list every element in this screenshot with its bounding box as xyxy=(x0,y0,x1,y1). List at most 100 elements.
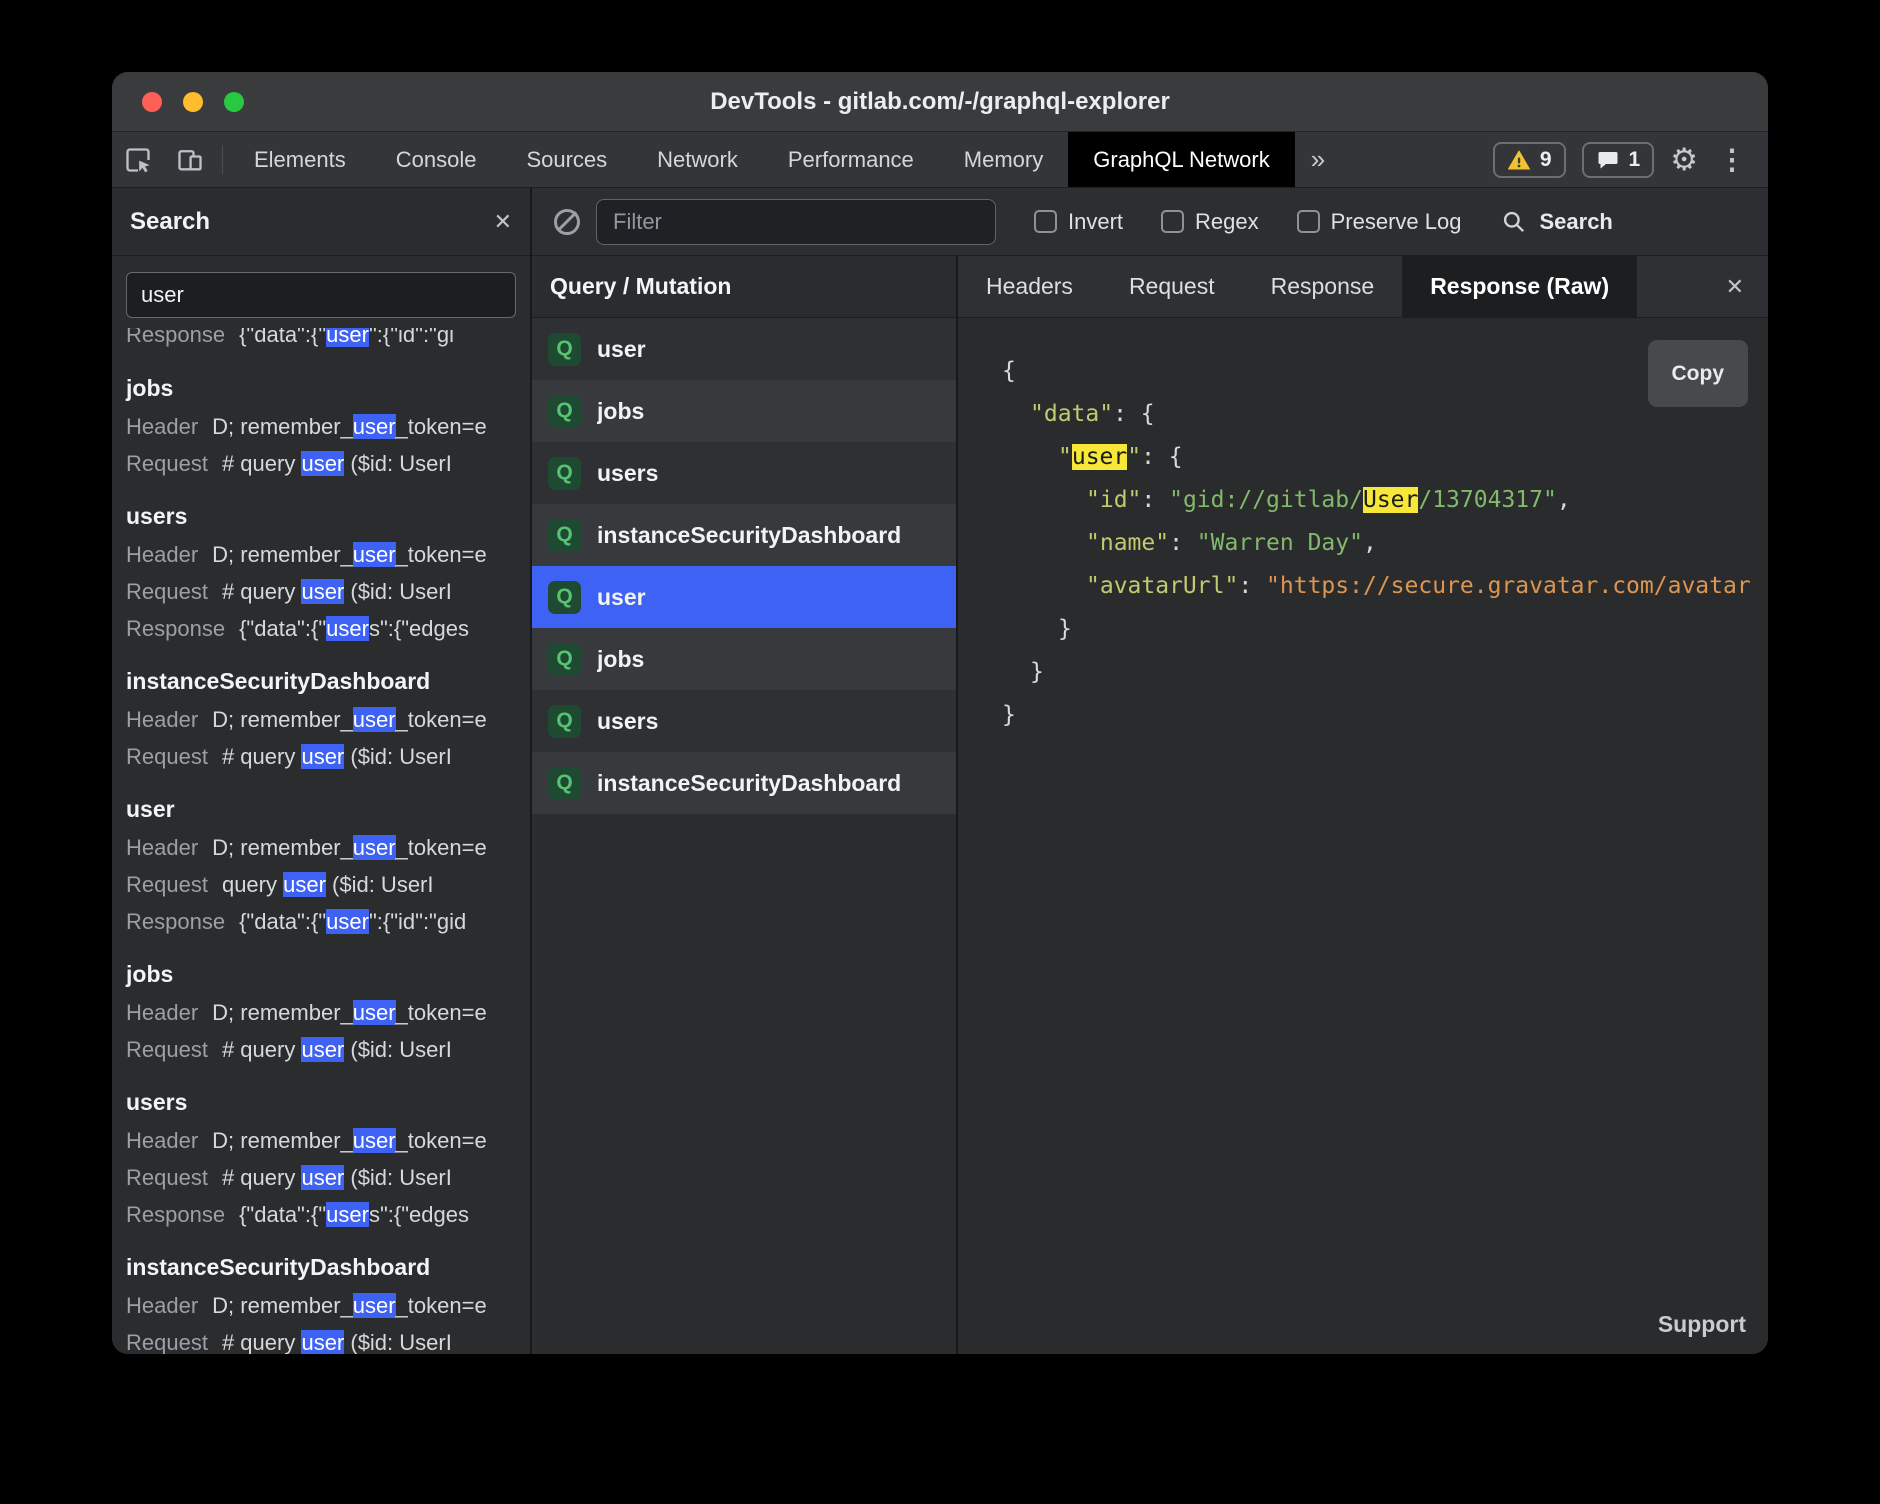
checkbox-invert[interactable] xyxy=(1034,210,1057,233)
response-tab-response[interactable]: Response xyxy=(1243,256,1403,317)
copy-button[interactable]: Copy xyxy=(1648,340,1749,407)
search-result-line[interactable]: HeaderD; remember_user_token=e xyxy=(126,536,516,573)
search-result-line[interactable]: Response{"data":{"user":{"id":"gid xyxy=(126,903,516,940)
response-tab-request[interactable]: Request xyxy=(1101,256,1243,317)
query-row-jobs[interactable]: Qjobs xyxy=(532,628,956,690)
query-badge: Q xyxy=(548,395,581,428)
result-group-title[interactable]: users xyxy=(126,1082,516,1122)
issues-badge[interactable]: 1 xyxy=(1582,142,1655,178)
result-group-title[interactable]: jobs xyxy=(126,368,516,408)
result-text: ($id: UserI xyxy=(344,1330,452,1354)
kebab-menu-icon[interactable]: ⋮ xyxy=(1714,143,1750,176)
network-filter-bar: Invert Regex Preserve Log Search xyxy=(532,188,1768,256)
search-result-line[interactable]: Response{"data":{"user":{"id":"gi xyxy=(126,328,516,353)
result-line-label: Header xyxy=(126,707,198,732)
result-line-label: Request xyxy=(126,872,208,897)
search-result-line[interactable]: Request# query user ($id: UserI xyxy=(126,573,516,610)
query-row-instancesecuritydashboard[interactable]: QinstanceSecurityDashboard xyxy=(532,752,956,814)
search-input[interactable] xyxy=(126,272,516,318)
search-result-line[interactable]: HeaderD; remember_user_token=e xyxy=(126,994,516,1031)
query-row-user[interactable]: Quser xyxy=(532,566,956,628)
settings-gear-icon[interactable]: ⚙ xyxy=(1670,144,1698,175)
close-window-button[interactable] xyxy=(142,92,162,112)
search-result-line[interactable]: Requestquery user ($id: UserI xyxy=(126,866,516,903)
search-result-line[interactable]: HeaderD; remember_user_token=e xyxy=(126,1122,516,1159)
response-close-icon[interactable]: ✕ xyxy=(1702,256,1768,317)
response-tab-headers[interactable]: Headers xyxy=(958,256,1101,317)
filter-option-regex[interactable]: Regex xyxy=(1161,209,1259,235)
match-highlight: user xyxy=(301,451,344,476)
filter-option-preserve-log[interactable]: Preserve Log xyxy=(1297,209,1462,235)
result-line-label: Request xyxy=(126,1165,208,1190)
devtools-tab-console[interactable]: Console xyxy=(371,132,502,187)
minimize-window-button[interactable] xyxy=(183,92,203,112)
result-text: # query xyxy=(222,579,302,604)
inspect-element-icon[interactable] xyxy=(112,132,164,187)
devtools-tab-elements[interactable]: Elements xyxy=(229,132,371,187)
response-panel: HeadersRequestResponseResponse (Raw) ✕ C… xyxy=(958,256,1768,1354)
query-row-jobs[interactable]: Qjobs xyxy=(532,380,956,442)
devtools-tab-graphql-network[interactable]: GraphQL Network xyxy=(1068,132,1294,187)
more-tabs-chevron-icon[interactable]: » xyxy=(1295,132,1341,187)
search-result-line[interactable]: Request# query user ($id: UserI xyxy=(126,1031,516,1068)
search-panel: Search ✕ Response{"data":{"user":{"id":"… xyxy=(112,188,532,1354)
match-highlight: user xyxy=(326,909,369,934)
devtools-tab-sources[interactable]: Sources xyxy=(501,132,632,187)
clear-icon[interactable] xyxy=(554,209,580,235)
query-row-user[interactable]: Quser xyxy=(532,318,956,380)
result-group-title[interactable]: jobs xyxy=(126,954,516,994)
filter-input[interactable] xyxy=(596,199,996,245)
result-group-title[interactable]: instanceSecurityDashboard xyxy=(126,661,516,701)
result-text: _token=e xyxy=(396,542,487,567)
result-line-label: Header xyxy=(126,1000,198,1025)
toolbar-search-label: Search xyxy=(1539,209,1612,235)
result-group-title[interactable]: user xyxy=(126,789,516,829)
match-highlight: user xyxy=(283,872,326,897)
checkbox-regex[interactable] xyxy=(1161,210,1184,233)
search-result-line[interactable]: HeaderD; remember_user_token=e xyxy=(126,408,516,445)
window-titlebar[interactable]: DevTools - gitlab.com/-/graphql-explorer xyxy=(112,72,1768,132)
result-text: D; remember_ xyxy=(212,1000,353,1025)
query-row-label: users xyxy=(597,460,658,487)
response-tab-response-raw[interactable]: Response (Raw) xyxy=(1402,256,1637,317)
devtools-tab-performance[interactable]: Performance xyxy=(763,132,939,187)
support-link[interactable]: Support xyxy=(1658,1311,1746,1338)
search-result-line[interactable]: Request# query user ($id: UserI xyxy=(126,738,516,775)
devtools-tab-network[interactable]: Network xyxy=(632,132,763,187)
query-row-instancesecuritydashboard[interactable]: QinstanceSecurityDashboard xyxy=(532,504,956,566)
result-text: D; remember_ xyxy=(212,414,353,439)
search-result-line[interactable]: HeaderD; remember_user_token=e xyxy=(126,701,516,738)
query-row-label: users xyxy=(597,708,658,735)
query-row-users[interactable]: Qusers xyxy=(532,442,956,504)
query-row-users[interactable]: Qusers xyxy=(532,690,956,752)
toolbar-search[interactable]: Search xyxy=(1501,209,1612,235)
filter-option-invert[interactable]: Invert xyxy=(1034,209,1123,235)
warning-count: 9 xyxy=(1540,148,1552,172)
search-result-line[interactable]: Request# query user ($id: UserI xyxy=(126,445,516,482)
search-close-icon[interactable]: ✕ xyxy=(494,209,512,235)
search-result-line[interactable]: HeaderD; remember_user_token=e xyxy=(126,1287,516,1324)
json-token: : xyxy=(1141,487,1169,513)
checkbox-preserve-log[interactable] xyxy=(1297,210,1320,233)
result-group-title[interactable]: instanceSecurityDashboard xyxy=(126,1247,516,1287)
search-result-line[interactable]: Request# query user ($id: UserI xyxy=(126,1159,516,1196)
result-text: {"data":{" xyxy=(239,909,326,934)
devtools-tab-memory[interactable]: Memory xyxy=(939,132,1068,187)
warnings-badge[interactable]: 9 xyxy=(1493,142,1566,178)
zoom-window-button[interactable] xyxy=(224,92,244,112)
search-result-line[interactable]: Response{"data":{"users":{"edges xyxy=(126,610,516,647)
search-result-line[interactable]: HeaderD; remember_user_token=e xyxy=(126,829,516,866)
result-text: # query xyxy=(222,1330,302,1354)
result-text: _token=e xyxy=(396,835,487,860)
result-group-title[interactable]: users xyxy=(126,496,516,536)
search-result-line[interactable]: Response{"data":{"users":{"edges xyxy=(126,1196,516,1233)
message-icon xyxy=(1596,148,1620,172)
device-toolbar-icon[interactable] xyxy=(164,132,216,187)
json-token: { xyxy=(1002,358,1016,384)
search-input-wrap xyxy=(112,256,530,324)
result-line-label: Header xyxy=(126,542,198,567)
devtools-toolbar: ElementsConsoleSourcesNetworkPerformance… xyxy=(112,132,1768,188)
query-badge: Q xyxy=(548,333,581,366)
search-result-line[interactable]: Request# query user ($id: UserI xyxy=(126,1324,516,1354)
json-token: } xyxy=(1002,702,1016,728)
